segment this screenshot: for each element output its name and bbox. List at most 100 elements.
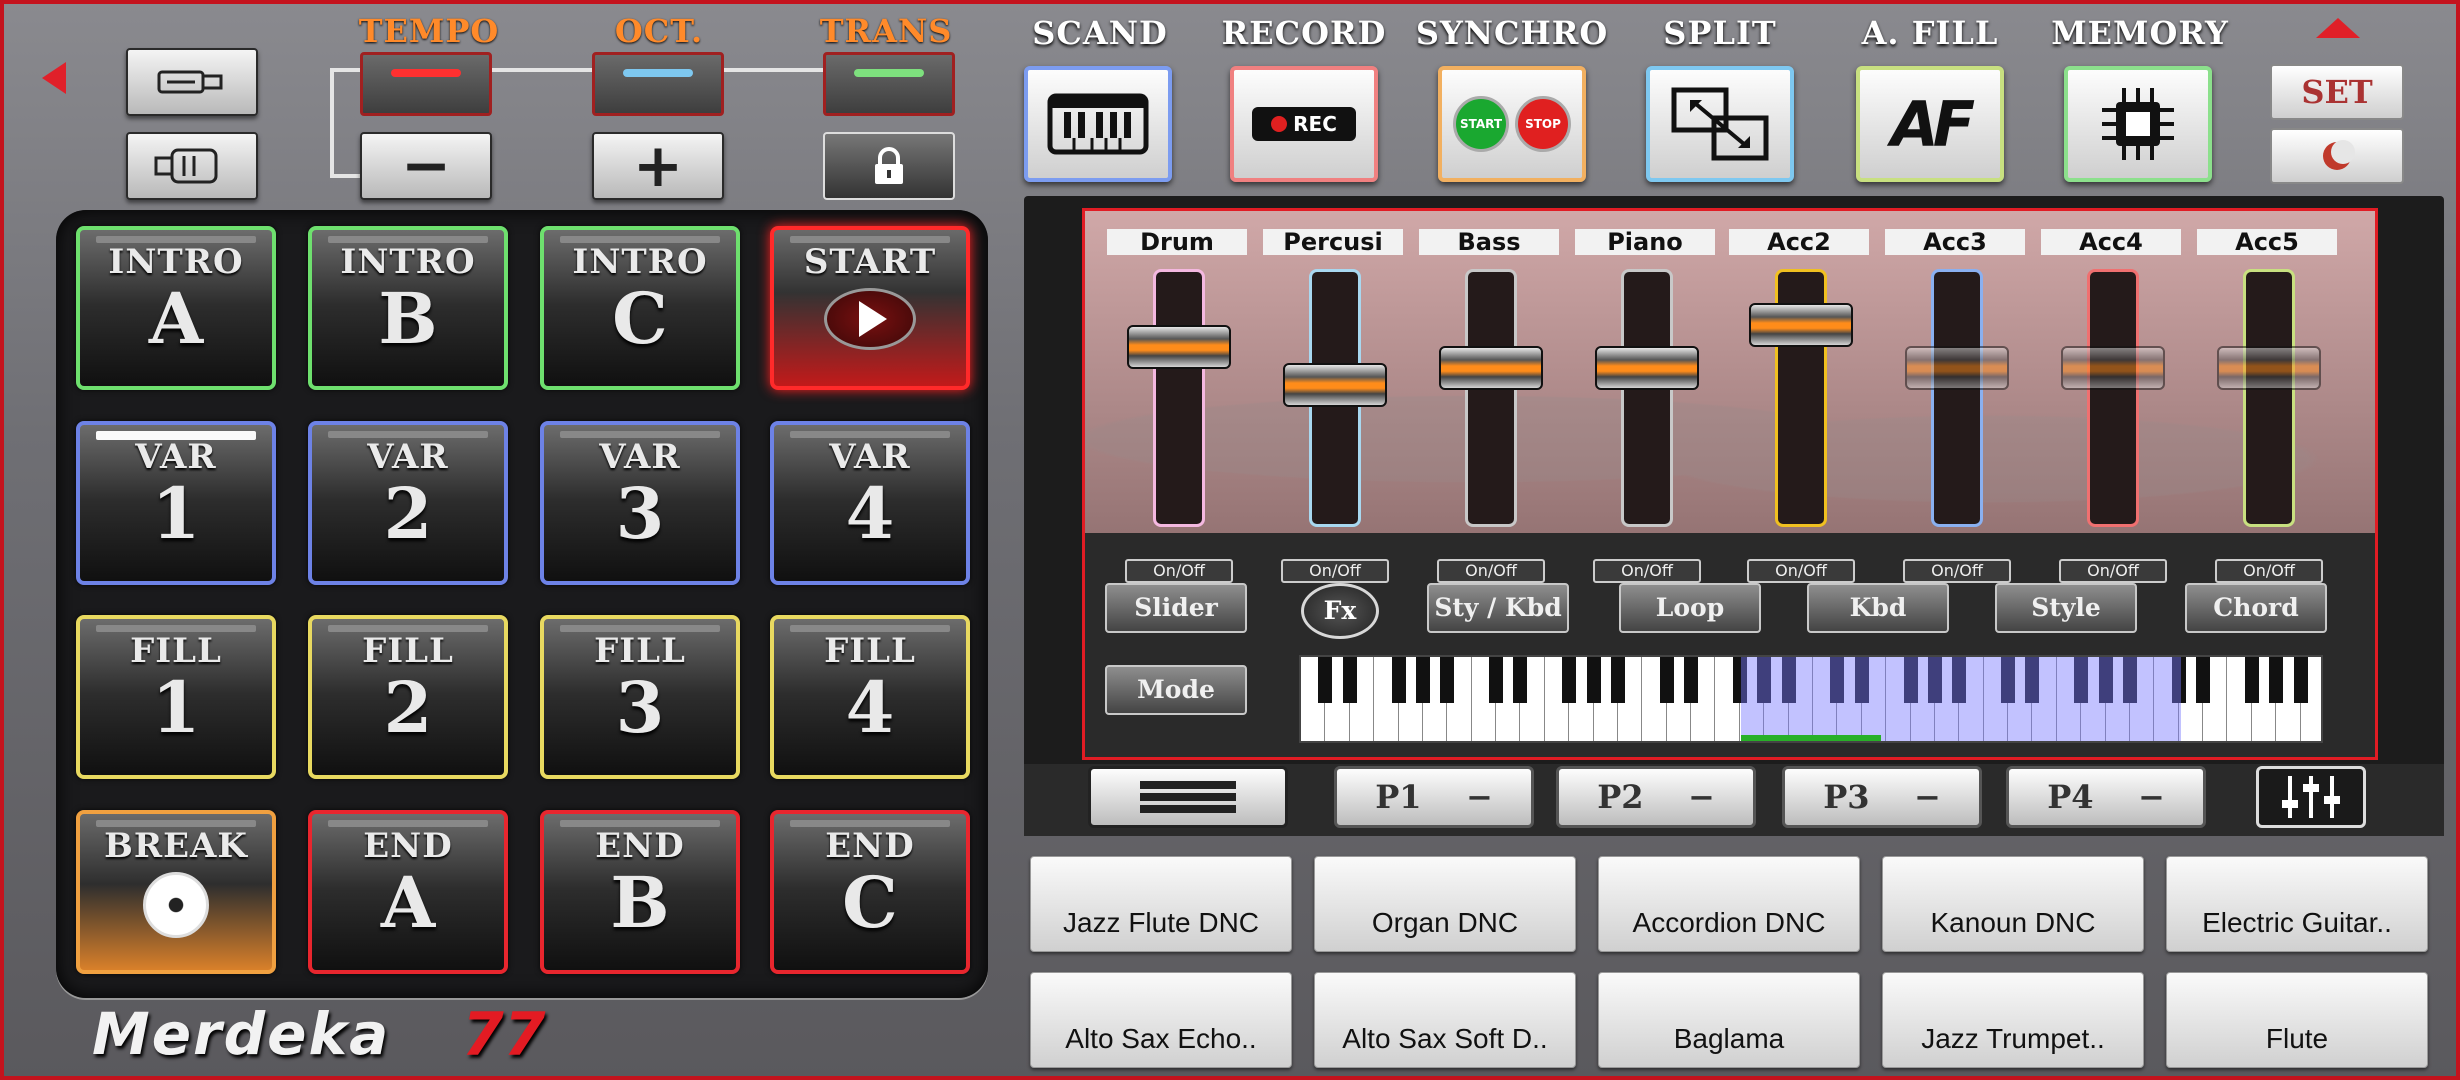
record-button[interactable]: REC bbox=[1230, 66, 1378, 182]
voice-button[interactable]: Accordion DNC bbox=[1598, 856, 1860, 952]
rec-label: REC bbox=[1293, 112, 1337, 136]
style-pad-end-c[interactable]: END C bbox=[770, 810, 970, 974]
octave-label: OCT. bbox=[614, 12, 704, 50]
channel-on-off-toggle[interactable]: On/Off bbox=[1437, 559, 1545, 583]
volume-fader-handle[interactable] bbox=[1439, 346, 1543, 391]
theme-button[interactable] bbox=[2270, 128, 2404, 184]
volume-fader-handle[interactable] bbox=[1283, 363, 1387, 408]
auto-fill-button[interactable]: AF bbox=[1856, 66, 2004, 182]
style-pad-fill-3[interactable]: FILL 3 bbox=[540, 615, 740, 779]
split-button[interactable] bbox=[1646, 66, 1794, 182]
volume-fader-handle[interactable] bbox=[2061, 346, 2165, 391]
voice-button[interactable]: Alto Sax Soft D.. bbox=[1314, 972, 1576, 1068]
channel-on-off-toggle[interactable]: On/Off bbox=[1593, 559, 1701, 583]
pad-variant: 2 bbox=[383, 666, 433, 749]
white-key[interactable] bbox=[1520, 657, 1545, 741]
style-pad-intro-b[interactable]: INTRO B bbox=[308, 226, 508, 390]
style-pad-fill-1[interactable]: FILL 1 bbox=[76, 615, 276, 779]
volume-fader-handle[interactable] bbox=[1749, 303, 1853, 348]
white-key[interactable] bbox=[1618, 657, 1643, 741]
style-pad-break-break[interactable]: BREAK bbox=[76, 810, 276, 974]
minus-button[interactable]: − bbox=[360, 131, 492, 201]
slider-button[interactable]: Slider bbox=[1105, 583, 1247, 633]
mixer-settings-button[interactable] bbox=[2256, 766, 2366, 828]
channel-on-off-toggle[interactable]: On/Off bbox=[2215, 559, 2323, 583]
style-pad-var-4[interactable]: VAR 4 bbox=[770, 421, 970, 585]
part-suffix: − bbox=[1687, 778, 1715, 816]
white-key[interactable] bbox=[1447, 657, 1472, 741]
white-key[interactable] bbox=[1691, 657, 1716, 741]
loop-button[interactable]: Loop bbox=[1619, 583, 1761, 633]
style-pad-fill-2[interactable]: FILL 2 bbox=[308, 615, 508, 779]
voice-button[interactable]: Organ DNC bbox=[1314, 856, 1576, 952]
parts-menu-button[interactable] bbox=[1088, 766, 1288, 828]
mixer-channel-percusi: Percusi On/Off bbox=[1263, 229, 1403, 583]
keyboard-split-marker[interactable] bbox=[1741, 735, 1881, 741]
style-pad-var-2[interactable]: VAR 2 bbox=[308, 421, 508, 585]
style-pad-intro-a[interactable]: INTRO A bbox=[76, 226, 276, 390]
style-pad-intro-c[interactable]: INTRO C bbox=[540, 226, 740, 390]
part-button-p2[interactable]: P2 − bbox=[1556, 766, 1756, 828]
style-pad-var-3[interactable]: VAR 3 bbox=[540, 421, 740, 585]
synchro-button[interactable]: START STOP bbox=[1438, 66, 1586, 182]
fx-button[interactable]: Fx bbox=[1301, 583, 1379, 639]
style-button[interactable]: Style bbox=[1995, 583, 2137, 633]
volume-fader-handle[interactable] bbox=[2217, 346, 2321, 391]
white-key[interactable] bbox=[2301, 657, 2321, 741]
channel-on-off-toggle[interactable]: On/Off bbox=[1747, 559, 1855, 583]
voice-button[interactable]: Jazz Trumpet.. bbox=[1882, 972, 2144, 1068]
white-key[interactable] bbox=[1350, 657, 1375, 741]
style-pad-var-1[interactable]: VAR 1 bbox=[76, 421, 276, 585]
back-arrow-icon[interactable] bbox=[42, 62, 66, 94]
voice-button[interactable]: Jazz Flute DNC bbox=[1030, 856, 1292, 952]
transpose-led-button[interactable] bbox=[823, 52, 955, 116]
kbd-button[interactable]: Kbd bbox=[1807, 583, 1949, 633]
style-pad-end-a[interactable]: END A bbox=[308, 810, 508, 974]
white-key[interactable] bbox=[2203, 657, 2228, 741]
voice-button[interactable]: Flute bbox=[2166, 972, 2428, 1068]
memory-button[interactable] bbox=[2064, 66, 2212, 182]
usb-button[interactable] bbox=[126, 48, 258, 116]
mixer-channel-drum: Drum On/Off bbox=[1107, 229, 1247, 583]
fader-track[interactable] bbox=[2087, 269, 2139, 527]
set-button[interactable]: SET bbox=[2270, 64, 2404, 120]
tempo-led-button[interactable] bbox=[360, 52, 492, 116]
collapse-arrow-icon[interactable] bbox=[2316, 18, 2360, 38]
voice-button[interactable]: Baglama bbox=[1598, 972, 1860, 1068]
mode-button[interactable]: Mode bbox=[1105, 665, 1247, 715]
style-pad-fill-4[interactable]: FILL 4 bbox=[770, 615, 970, 779]
fader-track[interactable] bbox=[1621, 269, 1673, 527]
voice-button[interactable]: Kanoun DNC bbox=[1882, 856, 2144, 952]
storage-button[interactable] bbox=[126, 132, 258, 200]
sty-kbd-button[interactable]: Sty / Kbd bbox=[1427, 583, 1569, 633]
part-button-p3[interactable]: P3 − bbox=[1782, 766, 1982, 828]
chord-button[interactable]: Chord bbox=[2185, 583, 2327, 633]
voice-button[interactable]: Alto Sax Echo.. bbox=[1030, 972, 1292, 1068]
pad-label: VAR bbox=[829, 437, 911, 477]
channel-label: Drum bbox=[1107, 229, 1247, 255]
voice-button[interactable]: Electric Guitar.. bbox=[2166, 856, 2428, 952]
volume-fader-handle[interactable] bbox=[1905, 346, 2009, 391]
channel-on-off-toggle[interactable]: On/Off bbox=[2059, 559, 2167, 583]
pad-label: VAR bbox=[599, 437, 681, 477]
part-button-p1[interactable]: P1 − bbox=[1334, 766, 1534, 828]
volume-fader-handle[interactable] bbox=[1595, 346, 1699, 391]
fader-track[interactable] bbox=[1465, 269, 1517, 527]
octave-led-button[interactable] bbox=[592, 52, 724, 116]
style-pad-start-start[interactable]: START bbox=[770, 226, 970, 390]
mini-keyboard[interactable] bbox=[1299, 655, 2323, 743]
channel-on-off-toggle[interactable]: On/Off bbox=[1125, 559, 1233, 583]
plus-button[interactable]: + bbox=[592, 131, 724, 201]
scand-button[interactable] bbox=[1024, 66, 1172, 182]
fader-track[interactable] bbox=[1153, 269, 1205, 527]
pad-label: END bbox=[825, 826, 915, 866]
fader-track[interactable] bbox=[2243, 269, 2295, 527]
volume-fader-handle[interactable] bbox=[1127, 324, 1231, 369]
lock-button[interactable] bbox=[823, 132, 955, 200]
style-pad-end-b[interactable]: END B bbox=[540, 810, 740, 974]
part-button-p4[interactable]: P4 − bbox=[2006, 766, 2206, 828]
channel-on-off-toggle[interactable]: On/Off bbox=[1281, 559, 1389, 583]
channel-on-off-toggle[interactable]: On/Off bbox=[1903, 559, 2011, 583]
fader-track[interactable] bbox=[1931, 269, 1983, 527]
pad-label: END bbox=[363, 826, 453, 866]
